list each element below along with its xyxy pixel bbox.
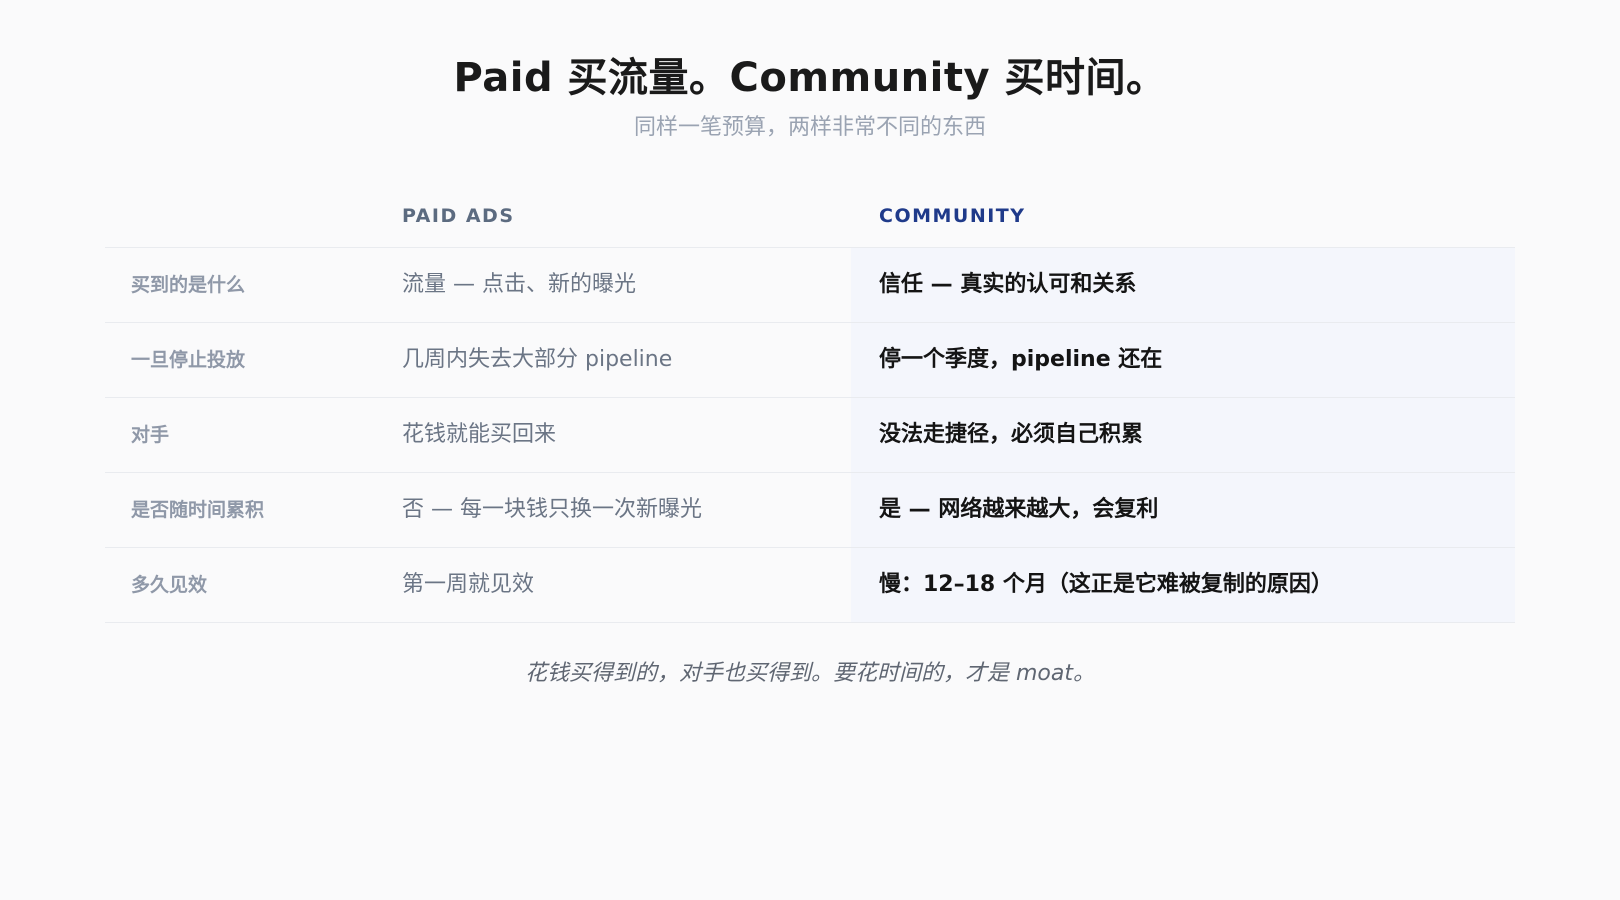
paid-cell: 流量 — 点击、新的曝光 <box>402 272 636 297</box>
table-header: PAID ADS COMMUNITY <box>105 180 1515 248</box>
table-row: 是否随时间累积 否 — 每一块钱只换一次新曝光 是 — 网络越来越大，会复利 <box>105 473 1515 548</box>
slide: Paid 买流量。Community 买时间。 同样一笔预算，两样非常不同的东西… <box>0 0 1620 900</box>
footnote: 花钱买得到的，对手也买得到。要花时间的，才是 moat。 <box>525 661 1095 686</box>
paid-cell: 否 — 每一块钱只换一次新曝光 <box>402 497 702 522</box>
paid-cell: 几周内失去大部分 pipeline <box>402 347 673 372</box>
row-label: 对手 <box>131 424 170 446</box>
community-cell: 信任 — 真实的认可和关系 <box>879 272 1137 297</box>
row-label: 买到的是什么 <box>131 274 246 296</box>
row-label: 是否随时间累积 <box>131 499 265 521</box>
community-cell: 慢：12–18 个月（这正是它难被复制的原因） <box>879 572 1333 597</box>
comparison-table: PAID ADS COMMUNITY 买到的是什么 流量 — 点击、新的曝光 信… <box>105 180 1515 623</box>
table-row: 对手 花钱就能买回来 没法走捷径，必须自己积累 <box>105 398 1515 473</box>
table-row: 买到的是什么 流量 — 点击、新的曝光 信任 — 真实的认可和关系 <box>105 248 1515 323</box>
community-cell: 是 — 网络越来越大，会复利 <box>879 497 1159 522</box>
page-title: Paid 买流量。Community 买时间。 <box>453 55 1167 101</box>
paid-cell: 花钱就能买回来 <box>402 422 557 447</box>
community-cell: 没法走捷径，必须自己积累 <box>879 422 1144 447</box>
column-header-community: COMMUNITY <box>879 205 1026 227</box>
column-header-paid-ads: PAID ADS <box>402 205 515 227</box>
table-row: 一旦停止投放 几周内失去大部分 pipeline 停一个季度，pipeline … <box>105 323 1515 398</box>
row-label: 一旦停止投放 <box>131 349 246 371</box>
community-cell: 停一个季度，pipeline 还在 <box>879 347 1163 372</box>
row-label: 多久见效 <box>131 574 208 596</box>
page-subtitle: 同样一笔预算，两样非常不同的东西 <box>633 115 986 140</box>
table-row: 多久见效 第一周就见效 慢：12–18 个月（这正是它难被复制的原因） <box>105 548 1515 623</box>
paid-cell: 第一周就见效 <box>402 572 535 597</box>
